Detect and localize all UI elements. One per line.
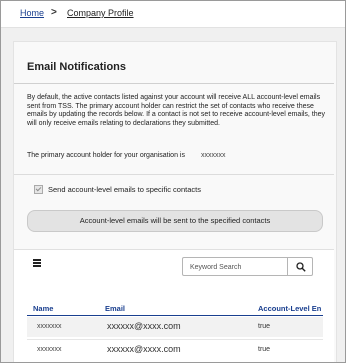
column-header-account-level[interactable]: Account-Level En	[258, 304, 321, 313]
cell-email: xxxxxx@xxxx.com	[107, 344, 181, 354]
cell-email: xxxxxx@xxxx.com	[107, 321, 181, 331]
breadcrumb-company-profile[interactable]: Company Profile	[67, 8, 134, 18]
table-header-divider	[27, 315, 323, 316]
primary-holder-label: The primary account holder for your orga…	[27, 152, 185, 159]
section-divider	[14, 174, 334, 175]
keyword-search-input[interactable]: Keyword Search	[182, 257, 288, 276]
search-icon	[296, 262, 306, 272]
specific-contacts-checkbox[interactable]	[34, 185, 43, 194]
search-button[interactable]	[288, 257, 313, 276]
breadcrumb-separator: >	[51, 7, 57, 18]
primary-holder-value: xxxxxxx	[200, 152, 226, 159]
cell-name: xxxxxxx	[37, 346, 62, 353]
primary-holder-line: The primary account holder for your orga…	[27, 152, 225, 159]
description-text: By default, the active contacts listed a…	[27, 94, 326, 127]
table-row[interactable]: xxxxxxx xxxxxx@xxxx.com true	[27, 339, 323, 360]
title-divider	[14, 83, 334, 84]
status-message-bar: Account-level emails will be sent to the…	[27, 210, 323, 232]
cell-name: xxxxxxx	[37, 323, 62, 330]
table-row[interactable]: xxxxxxx xxxxxx@xxxx.com true	[27, 317, 323, 337]
column-header-email[interactable]: Email	[105, 304, 125, 313]
breadcrumb-home-link[interactable]: Home	[20, 8, 44, 18]
menu-icon[interactable]	[33, 259, 41, 267]
column-header-name[interactable]: Name	[33, 304, 53, 313]
specific-contacts-checkbox-row[interactable]: Send account-level emails to specific co…	[34, 185, 201, 194]
cell-account-level: true	[258, 323, 271, 330]
page-title: Email Notifications	[27, 61, 127, 73]
cell-account-level: true	[258, 346, 271, 353]
breadcrumb: Home > Company Profile	[1, 1, 345, 28]
page-frame: Home > Company Profile Email Notificatio…	[0, 0, 346, 363]
specific-contacts-checkbox-label: Send account-level emails to specific co…	[48, 185, 201, 194]
